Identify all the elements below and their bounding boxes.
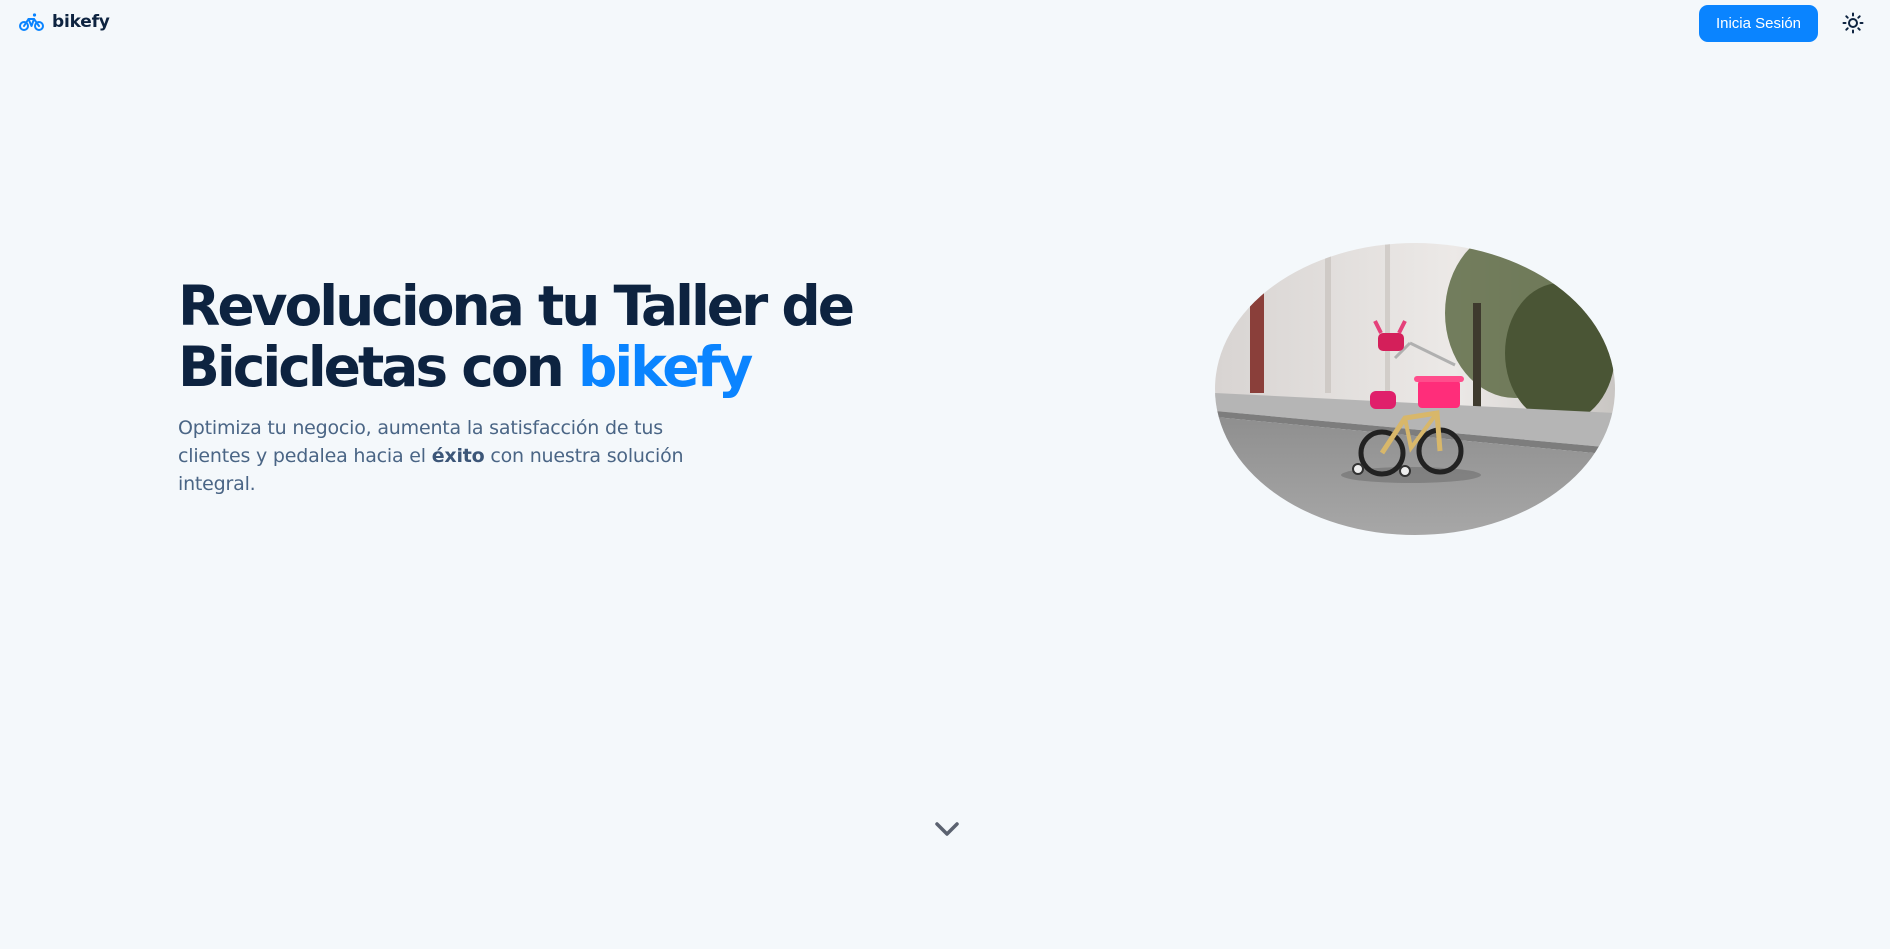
chevron-down-icon <box>935 822 959 836</box>
theme-toggle-button[interactable] <box>1838 9 1868 37</box>
subtitle-bold-word: éxito <box>431 445 485 467</box>
sun-icon <box>1842 12 1864 34</box>
hero-subtitle: Optimiza tu negocio, aumenta la satisfac… <box>178 414 738 498</box>
hero-title: Revoluciona tu Taller de Bicicletas con b… <box>178 274 855 399</box>
landing-page: bikefy Inicia Sesión Revoluciona tu Tall… <box>0 0 1890 949</box>
brand-name: bikefy <box>52 12 110 32</box>
hero-title-line2: Bicicletas con <box>178 335 578 399</box>
login-button[interactable]: Inicia Sesión <box>1699 5 1818 42</box>
hero-title-line1: Revoluciona tu Taller de <box>178 274 855 338</box>
scroll-down-button[interactable] <box>932 817 962 843</box>
bicycle-icon <box>19 13 44 31</box>
hero-bike-image <box>1215 243 1615 535</box>
hero-title-accent: bikefy <box>577 335 753 399</box>
brand-logo-link[interactable]: bikefy <box>19 12 110 32</box>
top-navbar: bikefy Inicia Sesión <box>0 0 1890 46</box>
